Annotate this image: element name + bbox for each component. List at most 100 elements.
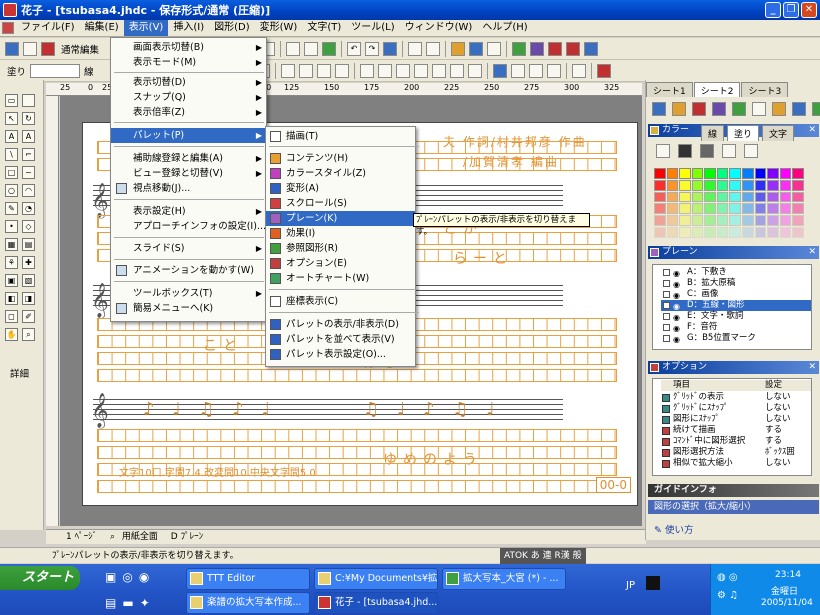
layout-icon[interactable] bbox=[469, 41, 484, 56]
shape-g-icon[interactable] bbox=[467, 63, 482, 78]
close-button[interactable]: ✕ bbox=[801, 2, 817, 18]
cross-tool-icon[interactable]: ✚ bbox=[22, 256, 35, 269]
table-icon[interactable] bbox=[487, 41, 502, 56]
fill-pattern-icon[interactable] bbox=[722, 144, 736, 158]
color-swatch[interactable] bbox=[779, 203, 792, 215]
menu-item[interactable]: 表示倍率(Z) ▶ bbox=[111, 105, 266, 120]
palette-icon-7[interactable] bbox=[772, 102, 786, 116]
color-swatch[interactable] bbox=[716, 203, 729, 215]
color-swatch[interactable] bbox=[679, 215, 691, 227]
menu-item[interactable]: 補助線登録と編集(A) ▶ bbox=[111, 151, 266, 166]
color-swatch[interactable] bbox=[704, 179, 716, 191]
shape-e-icon[interactable] bbox=[431, 63, 446, 78]
tab-sheet1[interactable]: シート1 bbox=[646, 82, 693, 97]
task-button[interactable]: 拡大写本_大宮 (*) - ... bbox=[442, 568, 566, 590]
clip-tool-icon[interactable]: ▧ bbox=[22, 274, 35, 287]
submenu-item[interactable]: オートチャート(W) bbox=[266, 271, 415, 286]
line-tool-icon[interactable]: \ bbox=[5, 148, 18, 161]
tray-icons-2[interactable]: ⚙ ♫ bbox=[717, 590, 738, 601]
submenu-item[interactable]: 描画(T) bbox=[266, 129, 415, 144]
edit-icon[interactable] bbox=[5, 41, 19, 56]
image-icon[interactable] bbox=[451, 41, 466, 56]
palette-icon-8[interactable] bbox=[792, 102, 806, 116]
color-swatch[interactable] bbox=[767, 215, 779, 227]
color-swatch[interactable] bbox=[754, 227, 767, 238]
submenu-item[interactable]: 効果(I) bbox=[266, 226, 415, 241]
back-icon[interactable] bbox=[510, 63, 525, 78]
color-swatch[interactable] bbox=[704, 168, 716, 179]
color-swatch[interactable] bbox=[754, 179, 767, 191]
shape-c-icon[interactable] bbox=[395, 63, 410, 78]
color-swatch[interactable] bbox=[679, 191, 691, 203]
distribute-icon[interactable] bbox=[298, 63, 313, 78]
palette-icon-6[interactable] bbox=[752, 102, 766, 116]
curve-tool-icon[interactable]: ~ bbox=[22, 166, 35, 179]
view-mode[interactable]: 用紙全面 bbox=[122, 532, 158, 542]
color-swatch[interactable] bbox=[729, 203, 742, 215]
align-icon[interactable] bbox=[280, 63, 295, 78]
type-icon[interactable] bbox=[548, 41, 563, 56]
color-swatch[interactable] bbox=[742, 227, 754, 238]
color-swatch[interactable] bbox=[679, 203, 691, 215]
clock-time[interactable]: 23:14 bbox=[775, 570, 801, 580]
group-icon[interactable] bbox=[316, 63, 331, 78]
menu-insert[interactable]: 挿入(I) bbox=[168, 20, 209, 36]
menu-item[interactable]: ビュー登録と切替(V) ▶ bbox=[111, 166, 266, 181]
rect-tool-icon[interactable]: □ bbox=[5, 166, 18, 179]
minimize-button[interactable]: _ bbox=[765, 2, 781, 18]
rotate-tool-icon[interactable]: ↻ bbox=[22, 112, 35, 125]
copy-icon[interactable] bbox=[304, 41, 319, 56]
option-item[interactable]: 図形にｽﾅｯﾌﾟ しない bbox=[661, 414, 811, 425]
menu-shape[interactable]: 図形(D) bbox=[209, 20, 255, 36]
backward-icon[interactable] bbox=[546, 63, 561, 78]
submenu-item[interactable]: パレットの表示/非表示(D) bbox=[266, 317, 415, 332]
color-swatch[interactable] bbox=[716, 168, 729, 179]
submenu-item[interactable]: パレット表示設定(O)... bbox=[266, 347, 415, 362]
plane-item-selected[interactable]: ◉ D：五線・図形 bbox=[661, 300, 811, 311]
color-swatch[interactable] bbox=[729, 191, 742, 203]
palette-icon-4[interactable] bbox=[712, 102, 726, 116]
menu-item-palette[interactable]: パレット(P) ▶ bbox=[111, 128, 266, 143]
color-swatch[interactable] bbox=[742, 179, 754, 191]
color-swatch[interactable] bbox=[754, 191, 767, 203]
option-item[interactable]: 相似で拡大縮小 しない bbox=[661, 458, 811, 469]
color-swatch[interactable] bbox=[792, 168, 804, 179]
menu-view[interactable]: 表示(V) bbox=[123, 20, 169, 36]
spell-icon[interactable] bbox=[408, 41, 423, 56]
plane-item[interactable]: ◉ C：画像 bbox=[661, 289, 811, 300]
shape-a-icon[interactable] bbox=[359, 63, 374, 78]
color-swatch[interactable] bbox=[654, 215, 666, 227]
tray-icons[interactable]: ◍ ◎ bbox=[717, 572, 738, 583]
color-swatch[interactable] bbox=[716, 215, 729, 227]
ime-icon[interactable] bbox=[646, 576, 660, 590]
color-tool-icon[interactable]: ◨ bbox=[22, 292, 35, 305]
color-swatch[interactable] bbox=[716, 227, 729, 238]
front-icon[interactable] bbox=[492, 63, 507, 78]
color-swatch[interactable] bbox=[704, 191, 716, 203]
menu-item[interactable]: アプローチインフォの設定(I)... bbox=[111, 219, 266, 234]
menu-item[interactable]: ツールボックス(T) ▶ bbox=[111, 286, 266, 301]
ime-indicator[interactable]: ATOK あ 連 R漢 般 bbox=[500, 548, 586, 564]
forward-icon[interactable] bbox=[528, 63, 543, 78]
color-swatch[interactable] bbox=[691, 191, 704, 203]
folder-icon[interactable]: ▤ bbox=[105, 596, 116, 610]
color-swatch[interactable] bbox=[654, 168, 666, 179]
text-vertical-icon[interactable]: A bbox=[22, 130, 35, 143]
menu-edit[interactable]: 編集(E) bbox=[80, 20, 124, 36]
color-swatch[interactable] bbox=[691, 179, 704, 191]
color-swatch[interactable] bbox=[666, 168, 679, 179]
option-item[interactable]: 図形選択方法 ﾎﾞｯｸｽ囲 bbox=[661, 447, 811, 458]
color-swatch[interactable] bbox=[679, 179, 691, 191]
color-tab-line[interactable]: 線 bbox=[701, 125, 725, 141]
palette-icon-3[interactable] bbox=[692, 102, 706, 116]
bubble-tool-icon[interactable]: ◇ bbox=[22, 220, 35, 233]
menu-tools[interactable]: ツール(L) bbox=[346, 20, 399, 36]
chart-tool-icon[interactable]: ▤ bbox=[22, 238, 35, 251]
dropper-tool-icon[interactable]: ✐ bbox=[22, 310, 35, 323]
close-icon[interactable]: ✕ bbox=[808, 246, 816, 259]
polyline-icon[interactable]: ⌐ bbox=[22, 148, 35, 161]
color-tab-fill[interactable]: 塗り bbox=[727, 125, 760, 141]
palette-icon-9[interactable] bbox=[812, 102, 820, 116]
grid-icon[interactable] bbox=[23, 41, 37, 56]
paste-icon[interactable] bbox=[322, 41, 337, 56]
